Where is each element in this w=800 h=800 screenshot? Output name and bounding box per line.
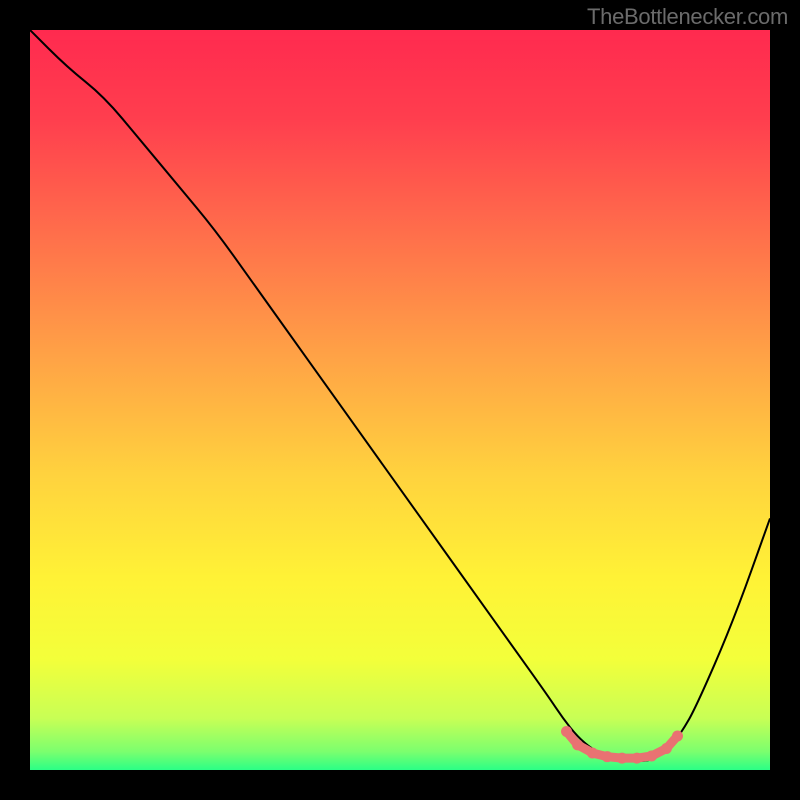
flat-zone-dot xyxy=(646,750,657,761)
flat-zone-dot xyxy=(631,753,642,764)
flat-zone-dot xyxy=(561,726,572,737)
chart-stage: TheBottlenecker.com xyxy=(0,0,800,800)
flat-zone-dot xyxy=(602,751,613,762)
flat-zone-dot xyxy=(587,747,598,758)
bottleneck-chart xyxy=(30,30,770,770)
flat-zone-dot xyxy=(617,753,628,764)
flat-zone-dot xyxy=(672,730,683,741)
attribution-text: TheBottlenecker.com xyxy=(587,4,788,30)
plot-area xyxy=(30,30,770,770)
flat-zone-dot xyxy=(572,739,583,750)
flat-zone-dot xyxy=(661,743,672,754)
